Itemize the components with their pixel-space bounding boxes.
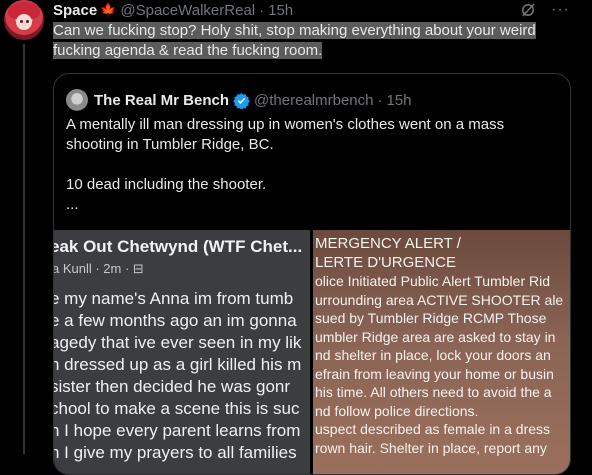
tweet-actions: ··· bbox=[519, 1, 570, 19]
quote-paragraph: 10 dead including the shooter. bbox=[66, 176, 267, 193]
alert-line: uspect described as female in a dress bbox=[315, 421, 551, 437]
fb-group-title: eak Out Chetwynd (WTF Chet... bbox=[54, 237, 303, 256]
quote-author-name: The Real Mr Bench bbox=[94, 91, 230, 109]
fb-post-line: sister then decided he was gonr bbox=[54, 377, 291, 396]
author-handle[interactable]: @SpaceWalkerReal bbox=[120, 2, 255, 19]
quote-time: 15h bbox=[386, 91, 412, 109]
tweet-time[interactable]: 15h bbox=[268, 2, 293, 19]
quote-paragraph: ... bbox=[66, 196, 79, 213]
avatar-eye bbox=[26, 20, 29, 23]
fb-post-line: chool to make a scene this is suc bbox=[54, 399, 300, 418]
alert-line: nd follow police directions. bbox=[315, 402, 479, 419]
fb-post-body: e my name's Anna im from tumb e a few mo… bbox=[54, 288, 301, 464]
author-name[interactable]: Space bbox=[53, 2, 97, 19]
alert-line: umbler Ridge area are asked to stay in bbox=[315, 328, 556, 345]
facebook-post-screenshot[interactable]: eak Out Chetwynd (WTF Chet... a Kunll · … bbox=[54, 230, 310, 474]
avatar-face bbox=[16, 14, 32, 30]
alert-line: olice Initiated Public Alert Tumbler Rid bbox=[315, 273, 550, 289]
fb-post-meta: a Kunll · 2m · ⊟ bbox=[54, 261, 144, 276]
grok-icon[interactable] bbox=[519, 1, 537, 19]
alert-line: MERGENCY ALERT / bbox=[315, 235, 461, 252]
author-avatar[interactable] bbox=[4, 0, 44, 40]
separator: · bbox=[377, 91, 383, 109]
alert-body: MERGENCY ALERT / LERTE D'URGENCE olice I… bbox=[315, 235, 563, 457]
canada-flag-icon: 🍁 bbox=[100, 2, 117, 17]
tweet-text: Can we fucking stop? Holy shit, stop mak… bbox=[53, 21, 563, 61]
alert-line: nd shelter in place, lock your doors an bbox=[315, 347, 551, 363]
quote-author-handle: @therealmrbench bbox=[254, 91, 374, 109]
verified-badge-icon bbox=[233, 92, 250, 109]
quoted-tweet[interactable]: The Real Mr Bench @therealmrbench · 15h … bbox=[53, 73, 571, 475]
alert-line: rown hair. Shelter in place, report any bbox=[315, 439, 547, 456]
quote-header: The Real Mr Bench @therealmrbench · 15h bbox=[66, 89, 412, 111]
fb-post-line: n I give my prayers to all families bbox=[54, 443, 297, 462]
tweet-header: Space 🍁 @SpaceWalkerReal · 15h bbox=[53, 0, 293, 20]
alert-line: urrounding area ACTIVE SHOOTER ale bbox=[315, 291, 564, 308]
quote-author-avatar bbox=[66, 89, 88, 111]
quote-text: A mentally ill man dressing up in women'… bbox=[66, 115, 556, 235]
fb-post-line: e a few months ago an im gonna bbox=[54, 311, 297, 330]
alert-line: his time. All others need to avoid the a bbox=[315, 384, 552, 400]
fb-post-line: n dressed up as a girl killed his m bbox=[54, 355, 302, 374]
quote-paragraph: A mentally ill man dressing up in women'… bbox=[66, 116, 505, 153]
alert-line: efrain from leaving your home or busin bbox=[315, 365, 554, 382]
thread-line bbox=[23, 44, 25, 454]
fb-post-line: n I hope every parent learns from bbox=[54, 421, 301, 440]
alert-line: LERTE D'URGENCE bbox=[315, 253, 456, 271]
alert-line: sued by Tumbler Ridge RCMP Those bbox=[315, 310, 547, 326]
tweet-text-line: fucking agenda & read the fucking room. bbox=[53, 42, 323, 59]
fb-post-line: e my name's Anna im from tumb bbox=[54, 289, 294, 308]
emergency-alert-screenshot[interactable]: MERGENCY ALERT / LERTE D'URGENCE olice I… bbox=[313, 230, 570, 474]
avatar-eye bbox=[20, 20, 23, 23]
tweet-text-line: Can we fucking stop? Holy shit, stop mak… bbox=[53, 22, 536, 39]
fb-post-line: agedy that ive ever seen in my lik bbox=[54, 333, 302, 352]
separator: · bbox=[259, 1, 265, 19]
more-icon[interactable]: ··· bbox=[551, 2, 570, 18]
quote-media: eak Out Chetwynd (WTF Chet... a Kunll · … bbox=[54, 230, 570, 474]
